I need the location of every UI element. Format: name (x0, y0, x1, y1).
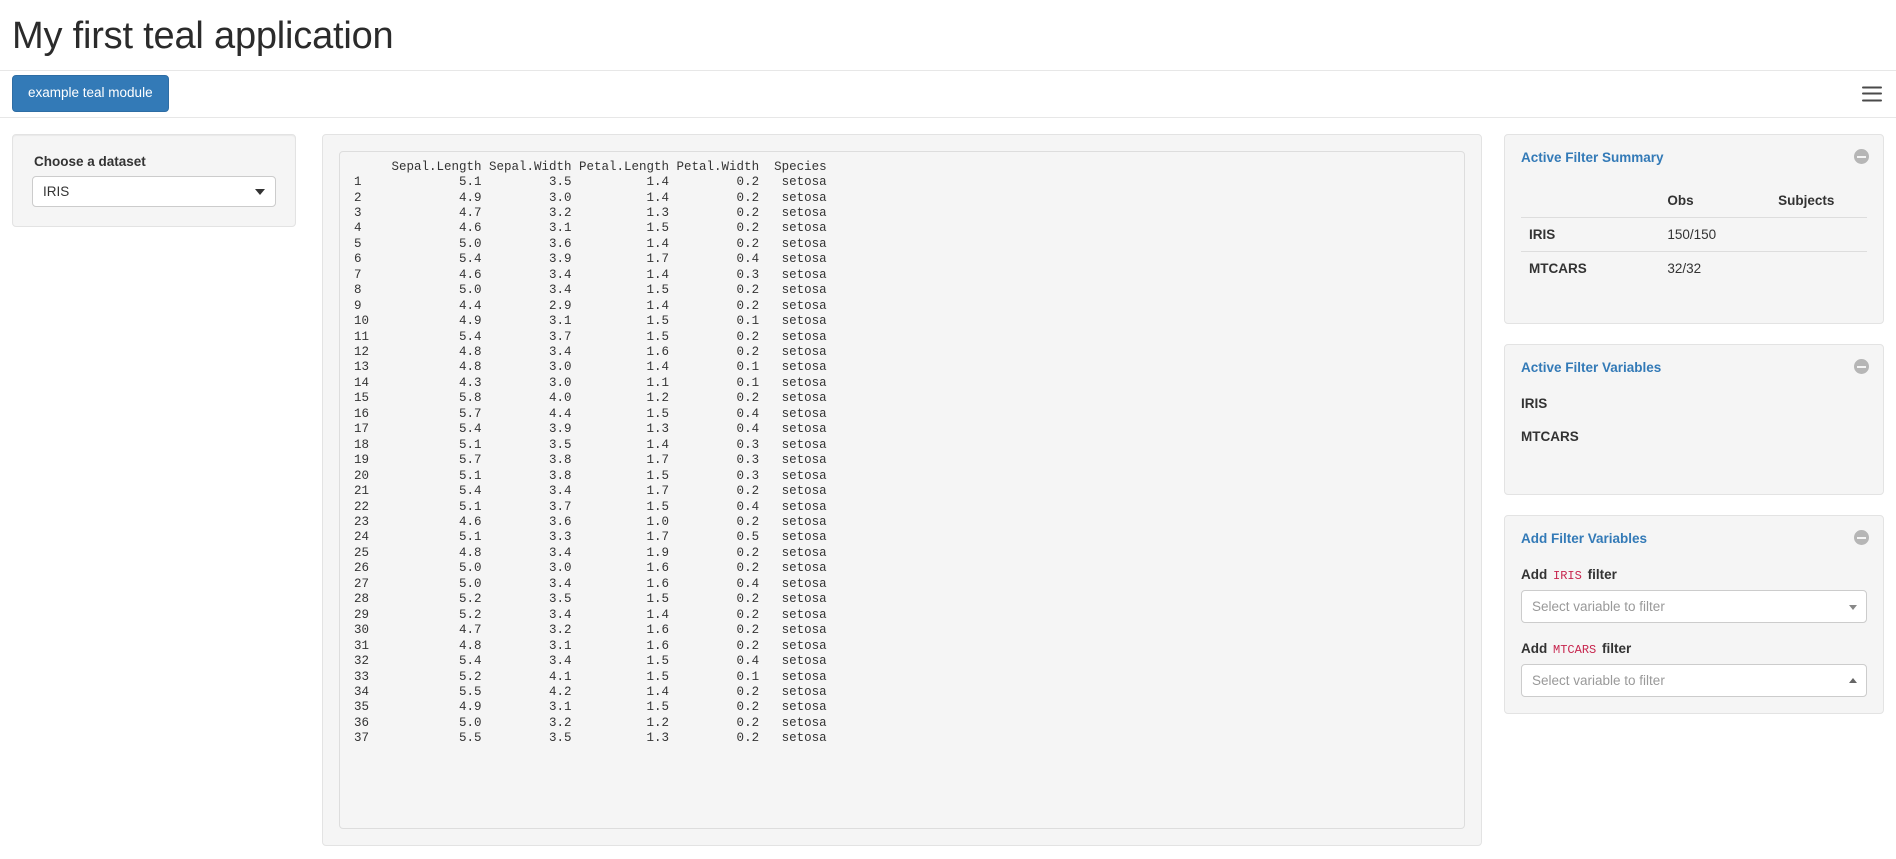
left-sidebar: Choose a dataset IRIS (12, 133, 296, 227)
main-content: Sepal.Length Sepal.Width Petal.Length Pe… (296, 133, 1504, 846)
iris-filter-placeholder: Select variable to filter (1532, 599, 1665, 615)
summary-col-subjects: Subjects (1770, 189, 1867, 219)
summary-obs-count: 150/150 (1659, 217, 1771, 253)
table-row: MTCARS 32/32 (1521, 252, 1867, 286)
summary-dataset-name: IRIS (1521, 217, 1660, 253)
dataset-panel: Choose a dataset IRIS (12, 133, 296, 227)
panel-spacer (1521, 444, 1867, 478)
mtcars-filter-variable-select[interactable]: Select variable to filter (1521, 664, 1867, 698)
hamburger-bar (1862, 92, 1882, 95)
add-label-suffix: filter (1602, 641, 1632, 657)
add-label-dataset: IRIS (1553, 569, 1582, 584)
add-label-dataset: MTCARS (1553, 643, 1597, 658)
summary-col-obs: Obs (1659, 189, 1771, 219)
minus-circle-icon[interactable] (1854, 148, 1869, 164)
add-filter-variables-panel: Add Filter Variables Add IRIS filter Sel… (1504, 515, 1884, 715)
iris-filter-variable-select[interactable]: Select variable to filter (1521, 590, 1867, 624)
summary-col-dataset (1521, 189, 1660, 219)
add-mtcars-filter-label: Add MTCARS filter (1521, 641, 1867, 657)
chevron-up-icon (1849, 677, 1857, 683)
chevron-down-icon (255, 189, 265, 196)
add-label-suffix: filter (1587, 567, 1617, 583)
hamburger-bar (1862, 86, 1882, 89)
active-filter-variables-title: Active Filter Variables (1521, 360, 1662, 376)
dataset-select-value: IRIS (43, 183, 70, 199)
dataset-label: Choose a dataset (34, 153, 146, 169)
iris-data-table: Sepal.Length Sepal.Width Petal.Length Pe… (354, 159, 827, 746)
teal-application: My first teal application example teal m… (0, 0, 1896, 859)
summary-subjects-count (1770, 252, 1867, 286)
chevron-down-icon (1849, 604, 1857, 610)
summary-subjects-count (1770, 217, 1867, 253)
add-filter-variables-title: Add Filter Variables (1521, 531, 1648, 547)
active-filter-summary-panel: Active Filter Summary Obs Subjects IRIS 1… (1504, 133, 1884, 325)
active-filter-summary-title: Active Filter Summary (1521, 149, 1664, 165)
filter-summary-table: Obs Subjects IRIS 150/150 MTCARS 32/32 (1521, 189, 1867, 285)
summary-dataset-name: MTCARS (1529, 261, 1587, 277)
table-scroll-region[interactable]: Sepal.Length Sepal.Width Petal.Length Pe… (339, 150, 1465, 829)
add-iris-filter-label: Add IRIS filter (1521, 567, 1867, 583)
hamburger-icon[interactable] (1862, 86, 1882, 102)
active-filter-variable-item: IRIS (1521, 396, 1548, 412)
panel-spacer (1521, 285, 1867, 307)
hamburger-bar (1862, 99, 1882, 102)
app-body: Choose a dataset IRIS Sepal.Length Sepal… (0, 118, 1896, 846)
table-header-row: Obs Subjects (1521, 189, 1867, 219)
table-row: IRIS 150/150 (1521, 217, 1867, 253)
add-label-prefix: Add (1521, 641, 1548, 657)
mtcars-filter-placeholder: Select variable to filter (1532, 673, 1665, 689)
filter-sidebar: Active Filter Summary Obs Subjects IRIS 1… (1504, 133, 1884, 735)
dataset-select[interactable]: IRIS (32, 175, 276, 207)
active-filter-variable-item: MTCARS (1521, 429, 1579, 445)
filter-summary-body: IRIS 150/150 MTCARS 32/32 (1521, 217, 1867, 286)
page-title: My first teal application (12, 15, 394, 57)
active-filter-variables-list: IRIS MTCARS (1521, 396, 1867, 444)
add-label-prefix: Add (1521, 567, 1548, 583)
tab-example-teal-module[interactable]: example teal module (12, 75, 169, 112)
table-panel: Sepal.Length Sepal.Width Petal.Length Pe… (322, 133, 1482, 846)
active-filter-variables-panel: Active Filter Variables IRIS MTCARS (1504, 344, 1884, 496)
summary-obs-count: 32/32 (1667, 261, 1702, 277)
navbar: example teal module (0, 69, 1896, 118)
